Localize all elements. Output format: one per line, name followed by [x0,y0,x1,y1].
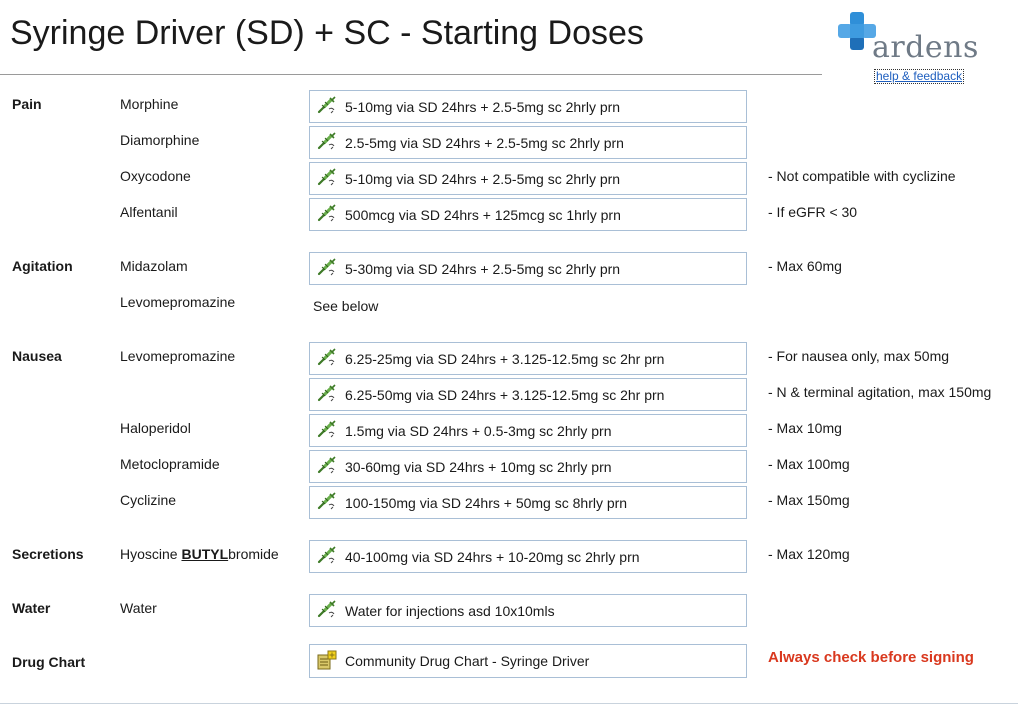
dose-button-diamorphine[interactable]: 2.5-5mg via SD 24hrs + 2.5-5mg sc 2hrly … [309,126,747,159]
dose-text: 500mcg via SD 24hrs + 125mcg sc 1hrly pr… [345,206,621,223]
drug-name-emphasis: BUTYL [181,546,229,562]
drug-metoclopramide: Metoclopramide [120,456,220,472]
dose-text: 1.5mg via SD 24hrs + 0.5-3mg sc 2hrly pr… [345,422,612,439]
syringe-prescribe-icon [316,347,338,367]
syringe-prescribe-icon [316,203,338,223]
drug-oxycodone: Oxycodone [120,168,191,184]
dose-text: 6.25-25mg via SD 24hrs + 3.125-12.5mg sc… [345,350,665,367]
drug-water: Water [120,600,157,616]
note-hyoscine: - Max 120mg [768,546,850,562]
dose-text: 100-150mg via SD 24hrs + 50mg sc 8hrly p… [345,494,628,511]
note-haloperidol: - Max 10mg [768,420,842,436]
category-agitation: Agitation [12,258,73,274]
syringe-prescribe-icon [316,545,338,565]
note-alfentanil: - If eGFR < 30 [768,204,858,220]
category-pain: Pain [12,96,42,112]
dose-text: Community Drug Chart - Syringe Driver [345,653,590,669]
dose-button-hyoscine[interactable]: 40-100mg via SD 24hrs + 10-20mg sc 2hrly… [309,540,747,573]
category-secretions: Secretions [12,546,84,562]
document-star-icon [316,650,338,670]
drug-hyoscine-butylbromide: Hyoscine BUTYLbromide [120,546,279,562]
dose-button-cyclizine[interactable]: 100-150mg via SD 24hrs + 50mg sc 8hrly p… [309,486,747,519]
syringe-prescribe-icon [316,455,338,475]
logo-text: ardens [872,30,979,65]
dose-text: 5-10mg via SD 24hrs + 2.5-5mg sc 2hrly p… [345,170,621,187]
category-nausea: Nausea [12,348,62,364]
syringe-prescribe-icon [316,599,338,619]
drug-levomepromazine-agitation: Levomepromazine [120,294,236,310]
dose-button-morphine[interactable]: 5-10mg via SD 24hrs + 2.5-5mg sc 2hrly p… [309,90,747,123]
syringe-prescribe-icon [316,419,338,439]
syringe-prescribe-icon [316,257,338,277]
drug-morphine: Morphine [120,96,179,112]
note-levomepromazine-1: - For nausea only, max 50mg [768,348,950,364]
bottom-divider [0,703,1018,704]
drug-chart-warning: Always check before signing [768,649,974,666]
help-feedback-link[interactable]: help & feedback [874,69,965,84]
category-water: Water [12,600,51,616]
dose-button-levomepromazine-1[interactable]: 6.25-25mg via SD 24hrs + 3.125-12.5mg sc… [309,342,747,375]
dose-button-haloperidol[interactable]: 1.5mg via SD 24hrs + 0.5-3mg sc 2hrly pr… [309,414,747,447]
dose-text: 5-30mg via SD 24hrs + 2.5-5mg sc 2hrly p… [345,260,621,277]
drug-name-suffix: bromide [228,546,279,562]
see-below-text: See below [313,298,379,314]
dose-button-oxycodone[interactable]: 5-10mg via SD 24hrs + 2.5-5mg sc 2hrly p… [309,162,747,195]
dose-button-levomepromazine-2[interactable]: 6.25-50mg via SD 24hrs + 3.125-12.5mg sc… [309,378,747,411]
syringe-prescribe-icon [316,383,338,403]
syringe-prescribe-icon [316,95,338,115]
note-metoclopramide: - Max 100mg [768,456,850,472]
title-divider [0,74,822,75]
dose-text: 5-10mg via SD 24hrs + 2.5-5mg sc 2hrly p… [345,98,621,115]
note-cyclizine: - Max 150mg [768,492,850,508]
dose-text: 6.25-50mg via SD 24hrs + 3.125-12.5mg sc… [345,386,665,403]
drug-haloperidol: Haloperidol [120,420,191,436]
dose-text: 2.5-5mg via SD 24hrs + 2.5-5mg sc 2hrly … [345,134,624,151]
dose-button-water[interactable]: Water for injections asd 10x10mls [309,594,747,627]
note-oxycodone: - Not compatible with cyclizine [768,168,956,184]
ardens-logo: ardens help & feedback [836,6,996,90]
dose-button-midazolam[interactable]: 5-30mg via SD 24hrs + 2.5-5mg sc 2hrly p… [309,252,747,285]
note-levomepromazine-2: - N & terminal agitation, max 150mg [768,384,992,400]
syringe-prescribe-icon [316,131,338,151]
drug-cyclizine: Cyclizine [120,492,177,508]
dose-text: Water for injections asd 10x10mls [345,602,555,619]
dose-button-alfentanil[interactable]: 500mcg via SD 24hrs + 125mcg sc 1hrly pr… [309,198,747,231]
note-midazolam: - Max 60mg [768,258,842,274]
category-drug-chart: Drug Chart [12,654,86,670]
drug-chart-button[interactable]: Community Drug Chart - Syringe Driver [309,644,747,678]
dose-button-metoclopramide[interactable]: 30-60mg via SD 24hrs + 10mg sc 2hrly prn [309,450,747,483]
drug-levomepromazine-nausea: Levomepromazine [120,348,236,364]
drug-name-prefix: Hyoscine [120,546,182,562]
page-title: Syringe Driver (SD) + SC - Starting Dose… [10,14,644,52]
drug-midazolam: Midazolam [120,258,188,274]
dose-text: 40-100mg via SD 24hrs + 10-20mg sc 2hrly… [345,548,640,565]
syringe-prescribe-icon [316,491,338,511]
drug-alfentanil: Alfentanil [120,204,178,220]
syringe-prescribe-icon [316,167,338,187]
dose-text: 30-60mg via SD 24hrs + 10mg sc 2hrly prn [345,458,612,475]
drug-diamorphine: Diamorphine [120,132,200,148]
